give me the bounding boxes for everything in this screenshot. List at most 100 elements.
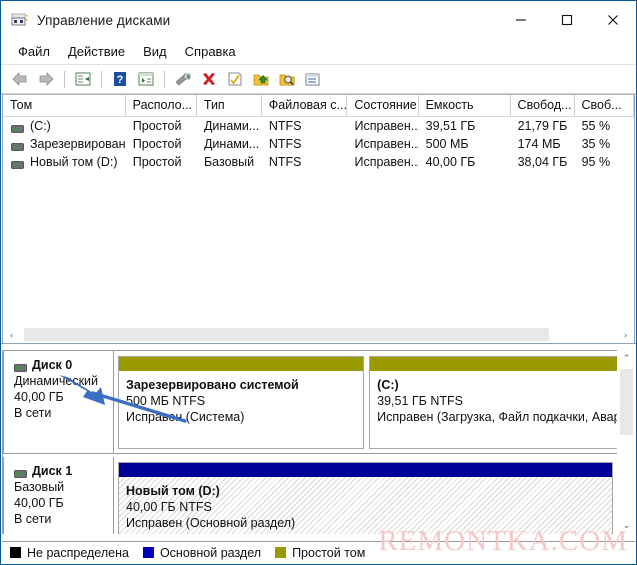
- toolbar-separator: [64, 70, 65, 88]
- close-button[interactable]: [590, 1, 636, 39]
- menu-help[interactable]: Справка: [176, 41, 245, 62]
- volume-free_pct-cell: 35 %: [581, 137, 611, 151]
- partition-size-filesystem: 500 МБ NTFS: [126, 394, 206, 408]
- column-header[interactable]: Тип: [197, 95, 262, 116]
- volume-icon: [11, 140, 24, 151]
- back-icon[interactable]: [8, 67, 32, 91]
- disk-row[interactable]: Диск 1 Базовый 40,00 ГБ В сети Новый том (D:…: [3, 457, 618, 534]
- column-header[interactable]: Файловая с...: [262, 95, 348, 116]
- delete-icon[interactable]: [197, 67, 221, 91]
- legend: Не распределена Основной раздел Простой то…: [2, 541, 635, 563]
- menu-file[interactable]: Файл: [9, 41, 59, 62]
- disk-type-text: Динамический: [14, 374, 99, 388]
- show-hide-console-tree-icon[interactable]: [71, 67, 95, 91]
- graphical-disk-view: Диск 0 Динамический 40,00 ГБ В сети Зарезерв…: [2, 350, 635, 534]
- volume-row[interactable]: (C:) Простой Динами... NTFS Исправен... 39,51…: [3, 117, 634, 135]
- minimize-button[interactable]: [498, 1, 544, 39]
- disk-size-text: 40,00 ГБ: [14, 496, 64, 510]
- menu-bar: Файл Действие Вид Справка: [1, 39, 636, 65]
- volume-free_pct-cell: 95 %: [581, 155, 611, 169]
- disk-scroll-area: Диск 0 Динамический 40,00 ГБ В сети Зарезерв…: [3, 350, 618, 534]
- volume-type-cell: Динами...: [203, 137, 260, 151]
- disk-icon: [14, 467, 27, 478]
- volume-list-panel: Том Располо... Тип Файловая с... Состояние Ем…: [2, 94, 635, 343]
- disk-row[interactable]: Диск 0 Динамический 40,00 ГБ В сети Зарезерв…: [3, 350, 618, 454]
- disk-management-window: Управление дисками Файл Действие Вид Спр…: [0, 0, 637, 565]
- forward-icon[interactable]: [34, 67, 58, 91]
- partition-name: Новый том (D:): [126, 484, 220, 498]
- window-title: Управление дисками: [37, 12, 171, 28]
- volume-row[interactable]: Новый том (D:) Простой Базовый NTFS Исправен…: [3, 153, 634, 171]
- volume-filesystem-cell: NTFS: [268, 119, 302, 133]
- volume-status-cell: Исправен...: [354, 137, 419, 151]
- disk-name-text: Диск 1: [32, 464, 73, 478]
- volume-capacity-cell: 39,51 ГБ: [425, 119, 476, 133]
- menu-action[interactable]: Действие: [59, 41, 134, 62]
- list-properties-icon[interactable]: [301, 67, 325, 91]
- volume-list-hscrollbar[interactable]: ‹ ›: [3, 326, 634, 343]
- disk-type-text: Базовый: [14, 480, 65, 494]
- folder-search-icon[interactable]: [275, 67, 299, 91]
- volume-layout-cell: Простой: [132, 137, 182, 151]
- panel-splitter[interactable]: [1, 343, 636, 350]
- partition-block[interactable]: (C:) 39,51 ГБ NTFS Исправен (Загрузка, Фай…: [369, 356, 618, 449]
- rescan-disks-icon[interactable]: [249, 67, 273, 91]
- disk-info[interactable]: Диск 0 Динамический 40,00 ГБ В сети: [4, 351, 114, 453]
- toolbar-separator: [164, 70, 165, 88]
- volume-status-cell: Исправен...: [354, 155, 419, 169]
- volume-row[interactable]: Зарезервировано... Простой Динами... NTFS Ис…: [3, 135, 634, 153]
- legend-unallocated: Не распределена: [10, 546, 129, 560]
- maximize-button[interactable]: [544, 1, 590, 39]
- volume-name-cell: Новый том (D:): [3, 155, 126, 169]
- hscroll-right-arrow[interactable]: ›: [617, 326, 634, 343]
- menu-view[interactable]: Вид: [134, 41, 176, 62]
- partition-block[interactable]: Зарезервировано системой 500 МБ NTFS Испра…: [118, 356, 365, 449]
- volume-icon: [11, 158, 24, 169]
- volume-filesystem-cell: NTFS: [268, 137, 302, 151]
- volume-name-text: Новый том (D:): [30, 155, 118, 169]
- partition-details: (C:) 39,51 ГБ NTFS Исправен (Загрузка, Фай…: [370, 371, 618, 448]
- show-action-pane-icon[interactable]: [134, 67, 158, 91]
- partition-name: (C:): [377, 378, 399, 392]
- volume-type-cell: Базовый: [203, 155, 255, 169]
- partition-block[interactable]: Новый том (D:) 40,00 ГБ NTFS Исправен (Осн…: [118, 462, 613, 534]
- check-disk-icon[interactable]: [223, 67, 247, 91]
- partition-color-bar: [370, 357, 618, 371]
- disk-view-vscrollbar[interactable]: ⌃ ⌄: [617, 350, 635, 534]
- column-header[interactable]: Своб...: [575, 95, 634, 116]
- volume-type-cell: Динами...: [203, 119, 260, 133]
- partition-container: Зарезервировано системой 500 МБ NTFS Испра…: [114, 351, 618, 453]
- vscroll-down-arrow[interactable]: ⌄: [618, 517, 635, 534]
- disk-info[interactable]: Диск 1 Базовый 40,00 ГБ В сети: [4, 457, 114, 534]
- legend-simple-volume: Простой том: [275, 546, 365, 560]
- partition-color-bar: [119, 463, 612, 477]
- volume-layout-cell: Простой: [132, 119, 182, 133]
- hscroll-left-arrow[interactable]: ‹: [3, 326, 20, 343]
- vscroll-up-arrow[interactable]: ⌃: [618, 350, 635, 367]
- column-header[interactable]: Располо...: [126, 95, 197, 116]
- window-controls: [498, 1, 636, 39]
- legend-label: Простой том: [292, 545, 366, 560]
- partition-details: Новый том (D:) 40,00 ГБ NTFS Исправен (Осн…: [119, 477, 612, 534]
- disk-icon: [14, 361, 27, 372]
- hscroll-thumb[interactable]: [24, 328, 550, 341]
- hscroll-track[interactable]: [20, 326, 617, 343]
- disk-name-text: Диск 0: [32, 358, 73, 372]
- column-header[interactable]: Свобод...: [511, 95, 575, 116]
- vscroll-thumb[interactable]: [620, 369, 633, 435]
- legend-swatch: [10, 547, 21, 558]
- partition-status: Исправен (Система): [126, 410, 245, 424]
- volume-name-text: Зарезервировано...: [30, 137, 126, 151]
- svg-text:?: ?: [117, 74, 124, 86]
- volume-free-cell: 38,04 ГБ: [517, 155, 568, 169]
- disk-management-icon: [10, 11, 28, 29]
- properties-icon[interactable]: [171, 67, 195, 91]
- help-icon[interactable]: ?: [108, 67, 132, 91]
- column-header[interactable]: Емкость: [419, 95, 511, 116]
- volume-icon: [11, 122, 24, 133]
- column-header[interactable]: Том: [3, 95, 126, 116]
- volume-status-cell: Исправен...: [354, 119, 419, 133]
- volume-name-cell: Зарезервировано...: [3, 137, 126, 151]
- partition-color-bar: [119, 357, 364, 371]
- column-header[interactable]: Состояние: [347, 95, 419, 116]
